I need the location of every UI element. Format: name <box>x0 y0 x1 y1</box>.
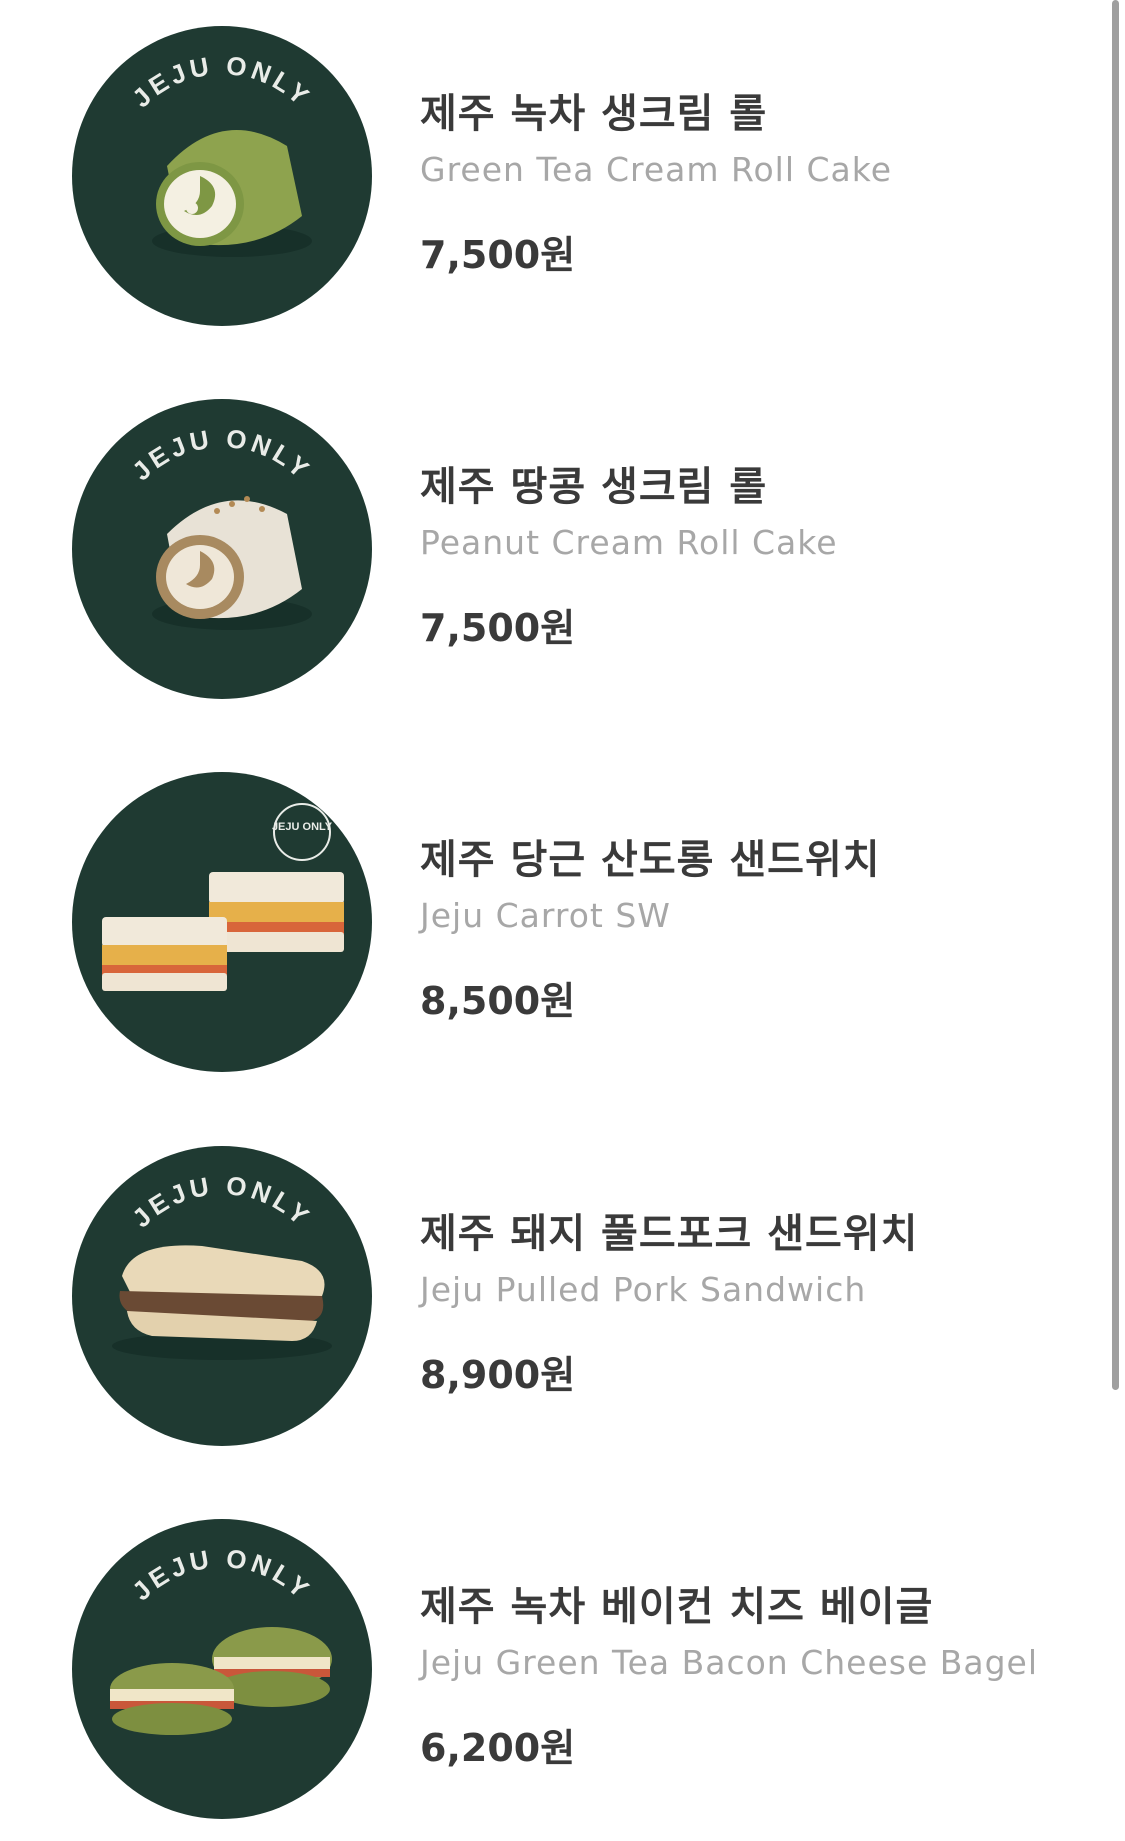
menu-item-name-ko: 제주 당근 산도롱 샌드위치 <box>420 837 881 883</box>
menu-item-name-en: Jeju Green Tea Bacon Cheese Bagel <box>420 1643 1039 1682</box>
menu-item-price: 7,500원 <box>420 233 576 277</box>
menu-item-name-ko: 제주 땅콩 생크림 롤 <box>420 464 768 510</box>
menu-item-pulled-pork-sandwich[interactable]: JEJU ONLY 제주 돼지 풀드포크 샌드위치 Jeju Pulled Po… <box>0 1146 1100 1466</box>
menu-item-name-en: Jeju Pulled Pork Sandwich <box>420 1270 867 1309</box>
menu-item-green-tea-bagel[interactable]: JEJU ONLY 제주 녹차 베이컨 치즈 베이글 Jeju Green Te… <box>0 1519 1100 1839</box>
menu-item-peanut-roll[interactable]: JEJU ONLY 제주 땅콩 생크림 롤 Peanut Cream Roll … <box>0 399 1100 719</box>
product-image-green-tea-roll: JEJU ONLY <box>72 26 372 326</box>
menu-item-price: 8,500원 <box>420 979 576 1023</box>
menu-item-price: 6,200원 <box>420 1726 576 1770</box>
menu-item-green-tea-roll[interactable]: JEJU ONLY 제주 녹차 생크림 롤 Green Tea Cream Ro… <box>0 26 1100 346</box>
scrollbar[interactable] <box>1112 0 1119 1390</box>
menu-item-name-en: Peanut Cream Roll Cake <box>420 523 838 562</box>
menu-item-name-en: Jeju Carrot SW <box>420 896 671 935</box>
jeju-only-badge: JEJU ONLY <box>272 821 333 833</box>
menu-item-price: 7,500원 <box>420 606 576 650</box>
menu-item-price: 8,900원 <box>420 1353 576 1397</box>
product-image-green-tea-bagel: JEJU ONLY <box>72 1519 372 1819</box>
menu-list: JEJU ONLY 제주 녹차 생크림 롤 Green Tea Cream Ro… <box>0 0 1125 1841</box>
menu-item-name-ko: 제주 돼지 풀드포크 샌드위치 <box>420 1211 919 1257</box>
menu-item-name-ko: 제주 녹차 베이컨 치즈 베이글 <box>420 1584 934 1630</box>
menu-item-name-ko: 제주 녹차 생크림 롤 <box>420 91 768 137</box>
product-image-carrot-sandwich: JEJU ONLY <box>72 772 372 1072</box>
product-image-pulled-pork-sandwich: JEJU ONLY <box>72 1146 372 1446</box>
menu-item-carrot-sandwich[interactable]: JEJU ONLY 제주 당근 산도롱 샌드위치 Jeju Carrot SW … <box>0 772 1100 1092</box>
product-image-peanut-roll: JEJU ONLY <box>72 399 372 699</box>
menu-item-name-en: Green Tea Cream Roll Cake <box>420 150 892 189</box>
